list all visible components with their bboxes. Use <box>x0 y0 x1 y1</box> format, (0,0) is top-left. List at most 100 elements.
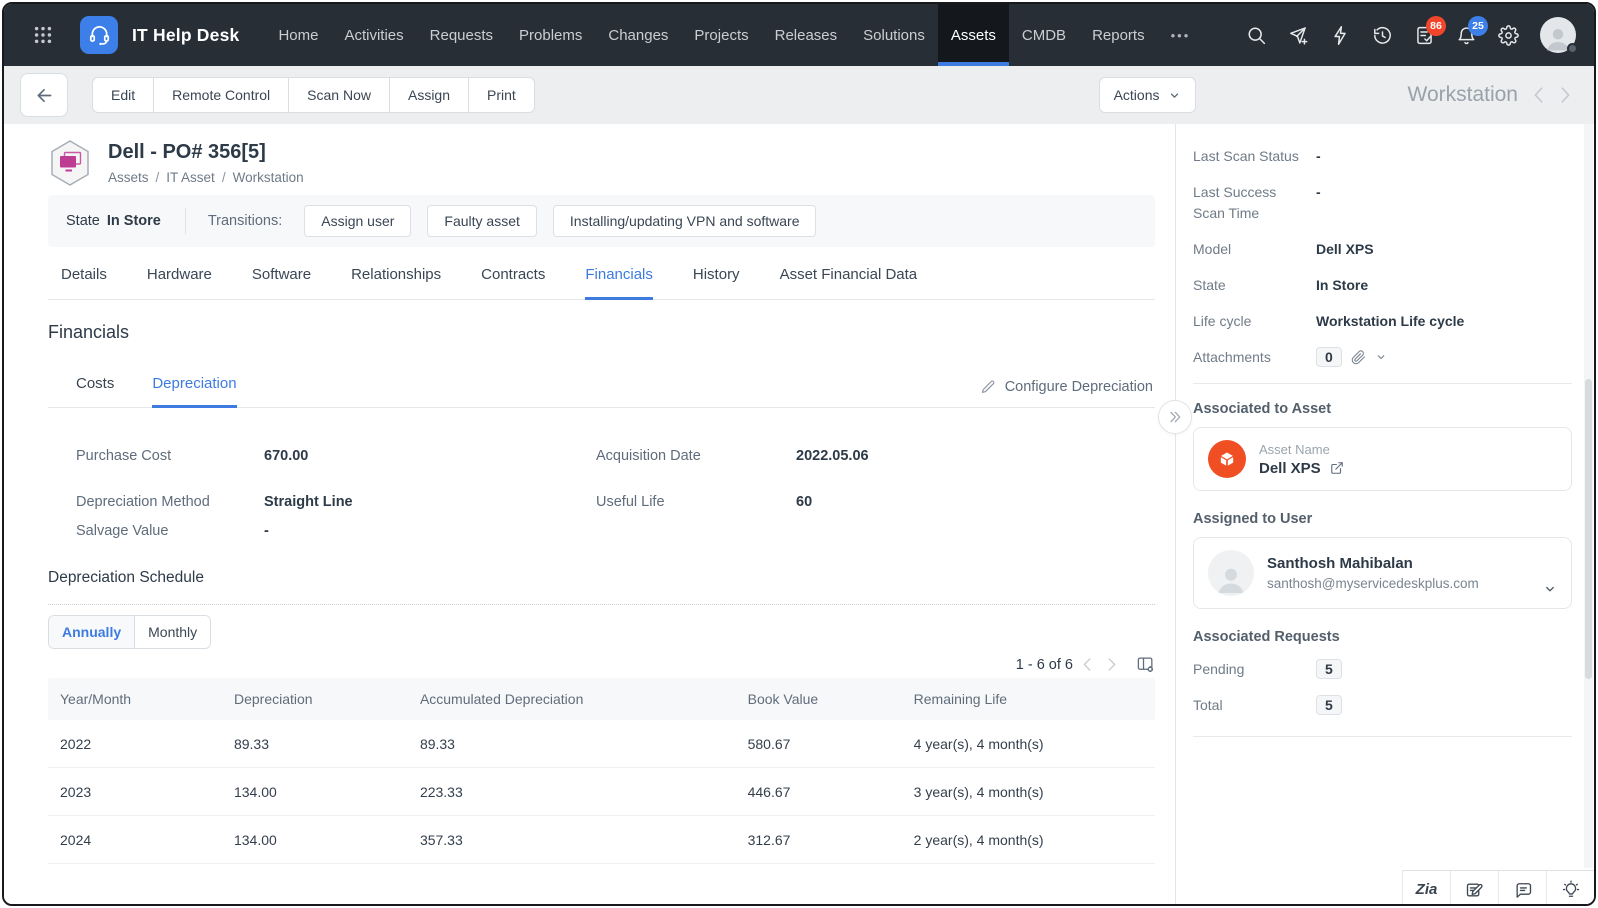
state-label: State <box>1193 277 1226 293</box>
headset-logo-icon[interactable] <box>80 16 118 54</box>
scrollbar-thumb[interactable] <box>1585 379 1592 679</box>
col-book-value: Book Value <box>747 691 819 707</box>
schedule-pagination: 1 - 6 of 6 <box>48 655 1155 674</box>
tab-asset-financial-data[interactable]: Asset Financial Data <box>780 253 918 300</box>
nav-item-reports[interactable]: Reports <box>1079 4 1158 66</box>
tab-relationships[interactable]: Relationships <box>351 253 441 300</box>
lightbulb-icon[interactable] <box>1546 871 1594 904</box>
paperclip-icon[interactable] <box>1351 349 1366 365</box>
tab-history[interactable]: History <box>693 253 740 300</box>
asset-header: Dell - PO# 356[5] Assets IT Asset Workst… <box>48 139 1155 187</box>
transition-vpn-software-button[interactable]: Installing/updating VPN and software <box>552 205 817 237</box>
nav-item-solutions[interactable]: Solutions <box>850 4 938 66</box>
note-edit-icon[interactable] <box>1450 871 1498 904</box>
transition-faulty-asset-button[interactable]: Faulty asset <box>427 205 537 237</box>
nav-item-releases[interactable]: Releases <box>762 4 851 66</box>
nav-item-assets[interactable]: Assets <box>937 4 1009 66</box>
pending-count-badge[interactable]: 5 <box>1316 659 1342 679</box>
nav-item-home[interactable]: Home <box>265 4 331 66</box>
module-label: Workstation <box>1407 83 1519 106</box>
financials-heading: Financials <box>48 322 130 342</box>
monthly-toggle[interactable]: Monthly <box>135 616 211 648</box>
associated-asset-card[interactable]: Asset Name Dell XPS <box>1193 427 1572 491</box>
sidebar-field: Life cycle Workstation Life cycle <box>1193 311 1572 332</box>
edit-button[interactable]: Edit <box>92 77 155 113</box>
asset-page: Dell - PO# 356[5] Assets IT Asset Workst… <box>4 124 1594 904</box>
assign-button[interactable]: Assign <box>389 77 470 113</box>
back-button[interactable] <box>20 73 68 117</box>
chevron-down-icon[interactable] <box>1543 582 1557 596</box>
search-icon[interactable] <box>1246 25 1267 46</box>
tab-hardware[interactable]: Hardware <box>147 253 212 300</box>
pending-label: Pending <box>1193 661 1245 677</box>
depreciation-method-value: Straight Line <box>264 494 353 510</box>
cell-book-value: 312.67 <box>747 831 791 848</box>
cell-year: 2024 <box>60 831 92 848</box>
subtab-costs[interactable]: Costs <box>76 365 114 408</box>
comment-icon[interactable] <box>1498 871 1546 904</box>
next-record-button[interactable] <box>1554 84 1576 106</box>
column-chooser-icon[interactable] <box>1136 655 1155 674</box>
sidebar-field: Last Scan Status - <box>1193 146 1572 167</box>
nav-item-problems[interactable]: Problems <box>506 4 595 66</box>
transition-assign-user-button[interactable]: Assign user <box>304 205 412 237</box>
acquisition-date-label: Acquisition Date <box>596 448 701 464</box>
breadcrumb-it-asset[interactable]: IT Asset <box>149 170 215 185</box>
nav-more-button[interactable]: ••• <box>1158 4 1204 66</box>
history-icon[interactable] <box>1372 25 1393 46</box>
tab-financials[interactable]: Financials <box>585 253 653 300</box>
nav-item-activities[interactable]: Activities <box>331 4 416 66</box>
total-label: Total <box>1193 697 1223 713</box>
field-row: Purchase Cost 670.00 Acquisition Date 20… <box>76 448 1155 464</box>
nav-item-cmdb[interactable]: CMDB <box>1009 4 1079 66</box>
model-value: Dell XPS <box>1316 241 1374 257</box>
total-count-badge[interactable]: 5 <box>1316 695 1342 715</box>
chevron-down-icon[interactable] <box>1375 351 1387 363</box>
toolbar-right: Actions Workstation <box>1098 77 1576 113</box>
tab-software[interactable]: Software <box>252 253 311 300</box>
remote-control-button[interactable]: Remote Control <box>154 77 290 113</box>
lightning-icon[interactable] <box>1330 25 1351 46</box>
scrollbar-track[interactable] <box>1584 124 1593 868</box>
table-row: 2023 134.00 223.33 446.67 3 year(s), 4 m… <box>48 768 1155 816</box>
quick-add-icon[interactable] <box>1288 25 1309 46</box>
last-scan-status-value: - <box>1316 148 1321 164</box>
pagination-previous-button[interactable] <box>1078 655 1097 674</box>
assigned-user-card[interactable]: Santhosh Mahibalan santhosh@myservicedes… <box>1193 537 1572 609</box>
annually-toggle[interactable]: Annually <box>49 616 136 648</box>
gear-icon[interactable] <box>1498 24 1519 46</box>
nav-item-requests[interactable]: Requests <box>417 4 506 66</box>
cell-remaining-life: 2 year(s), 4 month(s) <box>913 831 1044 848</box>
external-link-icon[interactable] <box>1330 461 1344 475</box>
notifications-bell-icon[interactable]: 25 <box>1456 15 1488 46</box>
tab-details[interactable]: Details <box>61 253 107 300</box>
pending-requests-row: Pending 5 <box>1193 659 1572 680</box>
zia-icon[interactable]: Zia <box>1402 871 1450 904</box>
breadcrumb-workstation[interactable]: Workstation <box>215 170 304 185</box>
state-label: State <box>66 213 100 229</box>
breadcrumb-assets[interactable]: Assets <box>108 170 149 185</box>
print-button[interactable]: Print <box>469 77 535 113</box>
attachments-count[interactable]: 0 <box>1316 347 1342 367</box>
user-avatar <box>1208 550 1254 596</box>
purchase-cost-value: 670.00 <box>264 448 309 464</box>
configure-depreciation-button[interactable]: Configure Depreciation <box>980 379 1155 407</box>
nav-item-projects[interactable]: Projects <box>681 4 761 66</box>
subtab-depreciation[interactable]: Depreciation <box>152 365 237 408</box>
useful-life-value: 60 <box>796 494 813 510</box>
tasks-icon[interactable]: 86 <box>1414 15 1446 46</box>
pagination-next-button[interactable] <box>1102 655 1121 674</box>
cell-accumulated: 357.33 <box>419 831 463 848</box>
actions-dropdown[interactable]: Actions <box>1098 77 1196 113</box>
cell-accumulated: 223.33 <box>419 783 463 800</box>
salvage-value-value: - <box>264 523 269 539</box>
breadcrumb: Assets IT Asset Workstation <box>108 170 304 185</box>
nav-item-changes[interactable]: Changes <box>595 4 681 66</box>
user-avatar[interactable] <box>1540 17 1578 54</box>
asset-name-value[interactable]: Dell XPS <box>1259 460 1321 477</box>
apps-grid-icon[interactable] <box>32 24 54 46</box>
previous-record-button[interactable] <box>1528 84 1550 106</box>
tab-contracts[interactable]: Contracts <box>481 253 545 300</box>
scan-now-button[interactable]: Scan Now <box>289 77 390 113</box>
collapse-panel-button[interactable] <box>1158 400 1192 434</box>
